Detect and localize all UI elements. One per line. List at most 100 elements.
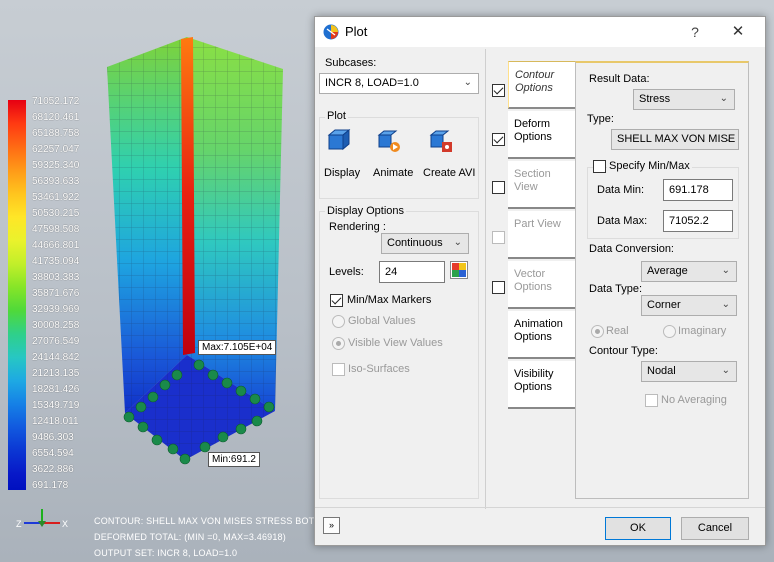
dialog-titlebar[interactable]: Plot ? ✕	[315, 17, 765, 47]
subcase-select[interactable]: INCR 8, LOAD=1.0 ⌄	[319, 73, 479, 94]
rendering-select[interactable]: Continuous ⌄	[381, 233, 469, 254]
legend-value: 3622.886	[32, 464, 74, 475]
tab-section-view[interactable]: Section View	[508, 161, 576, 209]
chevron-down-icon: ⌄	[723, 133, 732, 144]
min-marker-label: Min:691.2	[208, 452, 260, 467]
display-button[interactable]: Display	[324, 167, 360, 179]
data-max-input[interactable]: 71052.2	[663, 210, 733, 232]
data-type-select[interactable]: Corner ⌄	[641, 295, 737, 316]
dialog-divider	[315, 507, 765, 508]
tab-deform-options[interactable]: Deform Options	[508, 111, 576, 159]
real-radio[interactable]	[591, 325, 604, 338]
chevron-down-icon: ⌄	[721, 365, 730, 376]
legend-value: 68120.461	[32, 112, 80, 123]
legend-value: 27076.549	[32, 336, 80, 347]
legend-value: 71052.172	[32, 96, 80, 107]
imaginary-radio[interactable]	[663, 325, 676, 338]
contour-type-select[interactable]: Nodal ⌄	[641, 361, 737, 382]
data-type-label: Data Type:	[589, 283, 642, 295]
iso-surfaces-checkbox[interactable]	[332, 363, 345, 376]
color-palette-icon[interactable]	[450, 261, 468, 279]
close-button[interactable]: ✕	[725, 21, 751, 43]
part-view-checkbox[interactable]	[492, 231, 505, 244]
axis-triad: Z X	[16, 509, 68, 529]
tab-part-view[interactable]: Part View	[508, 211, 576, 259]
legend-value: 44666.801	[32, 240, 80, 251]
tab-visibility-options[interactable]: Visibility Options	[508, 361, 576, 409]
legend-value: 53461.922	[32, 192, 80, 203]
footer-deformed: DEFORMED TOTAL: (MIN =0, MAX=3.46918)	[94, 532, 286, 542]
chevron-down-icon: ⌄	[463, 77, 472, 88]
plot-app-icon	[323, 24, 339, 40]
create-avi-icon[interactable]	[429, 129, 453, 153]
max-marker-label: Max:7.105E+04	[198, 340, 277, 355]
legend-value: 32939.969	[32, 304, 80, 315]
help-button[interactable]: ?	[683, 21, 707, 43]
data-conversion-select[interactable]: Average ⌄	[641, 261, 737, 282]
legend-value: 65188.758	[32, 128, 80, 139]
model-view[interactable]	[95, 35, 295, 475]
hot-edge	[181, 37, 195, 355]
chevron-down-icon: ⌄	[453, 237, 462, 248]
ok-button[interactable]: OK	[605, 517, 671, 540]
legend-value: 38803.383	[32, 272, 80, 283]
legend-value: 12418.011	[32, 416, 79, 427]
legend-value: 18281.426	[32, 384, 80, 395]
axis-x-label: X	[62, 519, 68, 529]
chevron-down-icon: ⌄	[721, 265, 730, 276]
legend-value: 24144.842	[32, 352, 80, 363]
animate-icon[interactable]	[377, 129, 401, 153]
type-label: Type:	[587, 113, 614, 125]
legend-value: 47598.508	[32, 224, 80, 235]
result-data-label: Result Data:	[589, 73, 650, 85]
data-min-label: Data Min:	[597, 184, 645, 196]
data-max-label: Data Max:	[597, 215, 648, 227]
visible-view-values-label: Visible View Values	[348, 337, 443, 349]
specify-minmax-checkbox[interactable]	[593, 160, 606, 173]
specify-minmax-label: Specify Min/Max	[607, 160, 692, 172]
levels-input[interactable]: 24	[379, 261, 445, 283]
section-view-checkbox[interactable]	[492, 181, 505, 194]
axis-z-label: Z	[16, 519, 22, 529]
levels-label: Levels:	[329, 266, 364, 278]
deform-options-checkbox[interactable]	[492, 133, 505, 146]
legend-value: 56393.633	[32, 176, 80, 187]
rendering-label: Rendering :	[329, 221, 386, 233]
global-values-radio[interactable]	[332, 315, 345, 328]
tab-vector-options[interactable]: Vector Options	[508, 261, 576, 309]
legend-value: 691.178	[32, 480, 69, 491]
display-options-group	[319, 211, 479, 499]
minmax-markers-label: Min/Max Markers	[347, 294, 432, 306]
data-min-input[interactable]: 691.178	[663, 179, 733, 201]
legend-value: 59325.340	[32, 160, 80, 171]
footer-output-set: OUTPUT SET: INCR 8, LOAD=1.0	[94, 548, 238, 558]
vector-options-checkbox[interactable]	[492, 281, 505, 294]
data-conversion-label: Data Conversion:	[589, 243, 674, 255]
display-options-title: Display Options	[325, 205, 407, 217]
global-values-label: Global Values	[348, 315, 416, 327]
animate-button[interactable]: Animate	[373, 167, 413, 179]
legend-value: 9486.303	[32, 432, 74, 443]
chevron-down-icon: ⌄	[719, 93, 728, 104]
plot-group-title: Plot	[325, 110, 348, 122]
cancel-button[interactable]: Cancel	[681, 517, 749, 540]
legend-color-bar	[8, 100, 26, 490]
iso-surfaces-label: Iso-Surfaces	[348, 363, 410, 375]
visible-view-values-radio[interactable]	[332, 337, 345, 350]
no-averaging-label: No Averaging	[661, 394, 727, 406]
contour-options-checkbox[interactable]	[492, 84, 505, 97]
legend-value: 50530.215	[32, 208, 80, 219]
no-averaging-checkbox[interactable]	[645, 394, 658, 407]
tab-contour-options[interactable]: Contour Options	[508, 61, 576, 109]
display-icon[interactable]	[327, 129, 351, 153]
type-select[interactable]: SHELL MAX VON MISE ⌄	[611, 129, 739, 150]
result-data-select[interactable]: Stress ⌄	[633, 89, 735, 110]
dialog-title: Plot	[345, 24, 368, 39]
legend-value: 30008.258	[32, 320, 80, 331]
legend-value: 35871.676	[32, 288, 80, 299]
tab-animation-options[interactable]: Animation Options	[508, 311, 576, 359]
tab-separator	[485, 49, 486, 509]
minmax-markers-checkbox[interactable]	[330, 294, 343, 307]
expand-button[interactable]: »	[323, 517, 340, 534]
create-avi-button[interactable]: Create AVI	[423, 167, 475, 179]
